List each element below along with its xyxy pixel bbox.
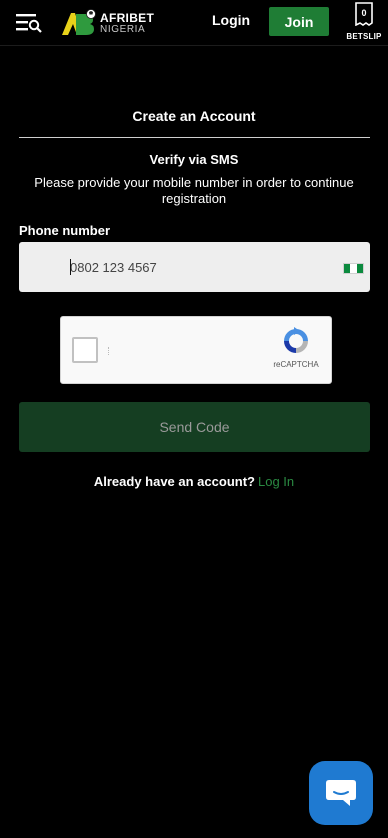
logo-mark-icon	[60, 8, 98, 38]
join-button[interactable]: Join	[269, 7, 329, 36]
chat-icon	[326, 780, 356, 806]
betslip-count: 0	[361, 8, 367, 18]
recaptcha-divider	[108, 347, 110, 355]
top-bar: AFRIBET NIGERIA Login Join 0 BETSLIP	[0, 0, 388, 46]
title-divider	[19, 137, 370, 138]
brand-name: AFRIBET	[100, 10, 155, 25]
login-prompt: Already have an account? Log In	[0, 474, 388, 489]
betslip-label: BETSLIP	[346, 32, 382, 41]
afribet-logo[interactable]: AFRIBET NIGERIA	[60, 8, 154, 38]
brand-region: NIGERIA	[100, 23, 146, 35]
section-subtitle: Verify via SMS	[149, 152, 239, 167]
nigeria-flag-icon[interactable]	[343, 263, 364, 274]
log-in-link[interactable]: Log In	[258, 474, 294, 489]
recaptcha-widget: reCAPTCHA	[60, 316, 332, 384]
have-account-text: Already have an account?	[93, 474, 255, 489]
instructions-text: Please provide your mobile number in ord…	[34, 175, 354, 206]
menu-search-icon[interactable]	[16, 12, 42, 34]
text-caret	[70, 259, 71, 275]
send-code-button[interactable]: Send Code	[19, 402, 370, 452]
recaptcha-logo-icon	[284, 327, 308, 353]
recaptcha-label: reCAPTCHA	[273, 360, 319, 369]
phone-number-input[interactable]	[70, 258, 320, 276]
page-title: Create an Account	[132, 108, 256, 124]
header-login-button[interactable]: Login	[212, 12, 250, 28]
chat-button[interactable]	[309, 761, 373, 825]
recaptcha-checkbox[interactable]	[72, 337, 98, 363]
phone-number-field[interactable]	[19, 242, 370, 292]
phone-number-label: Phone number	[19, 223, 111, 238]
betslip-button[interactable]: 0 BETSLIP	[345, 2, 383, 44]
